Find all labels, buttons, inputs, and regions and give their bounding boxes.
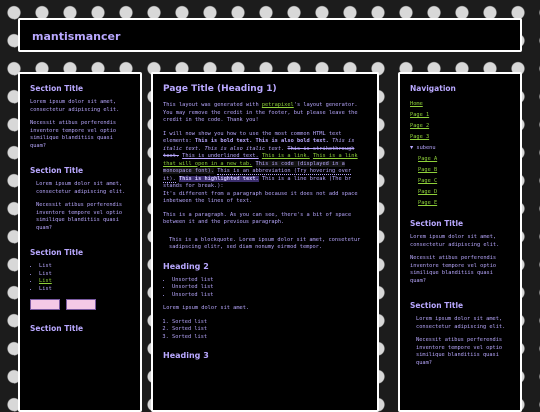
left-sidebar: Section Title Lorem ipsum dolor sit amet… [18,72,142,412]
list-item: Sorted list [172,334,367,342]
site-header: mantismancer [18,18,522,52]
section-title: Section Title [410,301,464,310]
nav-page-3[interactable]: Page 3 [410,132,510,143]
list-link[interactable]: List [39,278,52,284]
section-text: Lorem ipsum dolor sit amet, consectetur … [36,181,126,195]
nav-page-d[interactable]: Page D [418,187,510,198]
section-text: Necessit atibus perferendis inventore te… [30,120,117,149]
example-link[interactable]: This is a link. [262,153,310,159]
list-item: Unsorted list [172,277,367,285]
heading-3: Heading 3 [163,351,209,360]
section-text: Necessit atibus perferendis inventore te… [36,202,123,231]
section-text: Lorem ipsum dolor sit amet, consectetur … [410,234,500,248]
paragraph: Lorem ipsum dolor sit amet. [163,305,250,311]
section-text: Necessit atibus perferendis inventore te… [410,255,497,284]
section-text: Necessit atibus perferendis inventore te… [416,337,503,366]
badge-row [30,299,130,310]
sorted-list: Sorted list Sorted list Sorted list [163,319,367,342]
list-item: List [39,263,130,271]
section-title: Section Title [30,248,84,257]
heading-2: Heading 2 [163,261,209,271]
nav-page-2[interactable]: Page 2 [410,121,510,132]
submenu: Page A Page B Page C Page D Page E [410,154,510,209]
list-item: Sorted list [172,326,367,334]
section-text: Lorem ipsum dolor sit amet, consectetur … [30,99,120,113]
nav-page-c[interactable]: Page C [418,176,510,187]
indented-block: Lorem ipsum dolor sit amet, consectetur … [410,316,510,367]
page-title: Page Title (Heading 1) [163,84,277,94]
site-title[interactable]: mantismancer [32,30,120,43]
section-text: Lorem ipsum dolor sit amet, consectetur … [416,316,506,330]
nav-page-b[interactable]: Page B [418,165,510,176]
nav-page-1[interactable]: Page 1 [410,110,510,121]
button-badge[interactable] [30,299,60,310]
unsorted-list: Unsorted list Unsorted list Unsorted lis… [163,277,367,300]
nav-page-a[interactable]: Page A [418,154,510,165]
submenu-toggle[interactable]: ▼ subenu [410,143,510,154]
button-badge[interactable] [66,299,96,310]
list-item: Sorted list [172,319,367,327]
nav-title: Navigation [410,84,456,93]
list-item: Unsorted list [172,292,367,300]
intro-paragraph: This layout was generated with petrapixe… [163,102,358,123]
section-title: Section Title [30,324,84,333]
nav-page-e[interactable]: Page E [418,198,510,209]
sidebar-list: List List List List [30,263,130,293]
nav-home[interactable]: Home [410,99,510,110]
main-content: Page Title (Heading 1) This layout was g… [151,72,379,412]
text-elements-paragraph: I will now show you how to use the most … [163,130,358,204]
navigation: Home Page 1 Page 2 Page 3 ▼ subenu Page … [410,99,510,209]
section-title: Section Title [410,219,464,228]
right-sidebar: Navigation Home Page 1 Page 2 Page 3 ▼ s… [398,72,522,412]
section-title: Section Title [30,166,84,175]
list-item: List [39,286,130,294]
list-item-link[interactable]: List [39,278,130,286]
list-item: List [39,271,130,279]
indented-block: Lorem ipsum dolor sit amet, consectetur … [30,181,130,232]
list-item: Unsorted list [172,284,367,292]
paragraph: This is a paragraph. As you can see, the… [163,211,352,226]
section-title: Section Title [30,84,84,93]
blockquote: This is a blockquote. Lorem ipsum dolor … [169,236,361,251]
credit-link[interactable]: petrapixel [262,102,294,108]
